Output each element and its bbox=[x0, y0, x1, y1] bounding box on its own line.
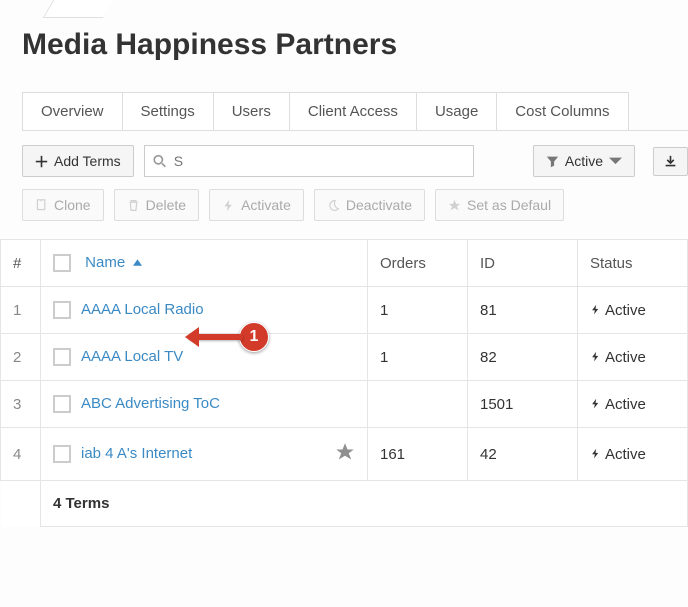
row-status: Active bbox=[578, 381, 688, 428]
sort-asc-icon bbox=[133, 254, 142, 271]
footer-count: 4 Terms bbox=[41, 481, 688, 527]
table-row: 3 ABC Advertising ToC 1501 Active bbox=[1, 381, 688, 428]
download-button[interactable] bbox=[653, 147, 688, 176]
search-field[interactable] bbox=[144, 145, 474, 177]
clone-label: Clone bbox=[54, 197, 91, 213]
chevron-down-icon bbox=[609, 155, 622, 168]
trash-icon bbox=[127, 199, 140, 212]
moon-icon bbox=[327, 199, 340, 212]
tab-usage[interactable]: Usage bbox=[416, 92, 497, 130]
terms-table: # Name Orders ID Status 1 AAAA Local Rad… bbox=[0, 239, 688, 527]
set-default-button[interactable]: Set as Defaul bbox=[435, 189, 564, 221]
bolt-icon bbox=[222, 199, 235, 212]
select-all-checkbox[interactable] bbox=[53, 254, 71, 272]
row-checkbox[interactable] bbox=[53, 301, 71, 319]
tab-cost-columns[interactable]: Cost Columns bbox=[496, 92, 628, 130]
page-title: Media Happiness Partners bbox=[22, 28, 688, 62]
delete-label: Delete bbox=[146, 197, 186, 213]
row-checkbox[interactable] bbox=[53, 348, 71, 366]
table-row: 1 AAAA Local Radio 1 81 Active bbox=[1, 287, 688, 334]
row-num: 3 bbox=[1, 381, 41, 428]
row-name-link[interactable]: ABC Advertising ToC bbox=[81, 395, 220, 412]
download-icon bbox=[664, 155, 677, 168]
tabs: Overview Settings Users Client Access Us… bbox=[22, 92, 688, 131]
col-name-label[interactable]: Name bbox=[85, 254, 125, 271]
add-terms-label: Add Terms bbox=[54, 153, 121, 169]
tab-client-access[interactable]: Client Access bbox=[289, 92, 417, 130]
bolt-icon bbox=[590, 447, 601, 460]
clone-button[interactable]: Clone bbox=[22, 189, 104, 221]
row-id: 42 bbox=[468, 428, 578, 481]
row-name-link[interactable]: iab 4 A's Internet bbox=[81, 445, 192, 462]
row-status: Active bbox=[578, 428, 688, 481]
row-name-cell: AAAA Local TV bbox=[41, 334, 368, 381]
row-num: 1 bbox=[1, 287, 41, 334]
bulk-actions: Clone Delete Activate Deactivate Set as … bbox=[22, 189, 688, 221]
deactivate-label: Deactivate bbox=[346, 197, 412, 213]
clone-icon bbox=[35, 199, 48, 212]
row-orders: 1 bbox=[368, 287, 468, 334]
row-name-link[interactable]: AAAA Local Radio bbox=[81, 301, 204, 318]
toolbar: Add Terms Active 1 bbox=[22, 145, 688, 177]
deactivate-button[interactable]: Deactivate bbox=[314, 189, 425, 221]
col-status[interactable]: Status bbox=[578, 240, 688, 287]
row-name-cell: iab 4 A's Internet bbox=[41, 428, 368, 481]
row-id: 82 bbox=[468, 334, 578, 381]
tab-users[interactable]: Users bbox=[213, 92, 290, 130]
star-icon bbox=[448, 199, 461, 212]
set-default-label: Set as Defaul bbox=[467, 197, 551, 213]
row-name-link[interactable]: AAAA Local TV bbox=[81, 348, 183, 365]
bolt-icon bbox=[590, 350, 601, 363]
bolt-icon bbox=[590, 397, 601, 410]
default-star-icon bbox=[335, 442, 355, 466]
plus-icon bbox=[35, 155, 48, 168]
table-header-row: # Name Orders ID Status bbox=[1, 240, 688, 287]
status-filter-button[interactable]: Active bbox=[533, 145, 635, 177]
row-num: 4 bbox=[1, 428, 41, 481]
bolt-icon bbox=[590, 303, 601, 316]
row-name-cell: ABC Advertising ToC bbox=[41, 381, 368, 428]
col-id[interactable]: ID bbox=[468, 240, 578, 287]
row-orders: 161 bbox=[368, 428, 468, 481]
row-id: 81 bbox=[468, 287, 578, 334]
tab-settings[interactable]: Settings bbox=[122, 92, 214, 130]
row-status: Active bbox=[578, 287, 688, 334]
row-checkbox[interactable] bbox=[53, 395, 71, 413]
col-rownum: # bbox=[1, 240, 41, 287]
row-id: 1501 bbox=[468, 381, 578, 428]
activate-button[interactable]: Activate bbox=[209, 189, 304, 221]
tab-overview[interactable]: Overview bbox=[22, 92, 123, 130]
row-orders: 1 bbox=[368, 334, 468, 381]
table-row: 2 AAAA Local TV 1 82 Active bbox=[1, 334, 688, 381]
row-num: 2 bbox=[1, 334, 41, 381]
col-orders[interactable]: Orders bbox=[368, 240, 468, 287]
search-icon bbox=[153, 154, 166, 168]
row-status: Active bbox=[578, 334, 688, 381]
table-footer: 4 Terms bbox=[1, 481, 688, 527]
col-name[interactable]: Name bbox=[41, 240, 368, 287]
row-checkbox[interactable] bbox=[53, 445, 71, 463]
row-name-cell: AAAA Local Radio bbox=[41, 287, 368, 334]
status-filter-label: Active bbox=[565, 153, 603, 169]
table-row: 4 iab 4 A's Internet 161 42 Active bbox=[1, 428, 688, 481]
breadcrumb-hint bbox=[43, 0, 113, 18]
row-orders bbox=[368, 381, 468, 428]
search-input[interactable] bbox=[172, 152, 465, 170]
add-terms-button[interactable]: Add Terms bbox=[22, 145, 134, 177]
funnel-icon bbox=[546, 155, 559, 168]
activate-label: Activate bbox=[241, 197, 291, 213]
delete-button[interactable]: Delete bbox=[114, 189, 199, 221]
